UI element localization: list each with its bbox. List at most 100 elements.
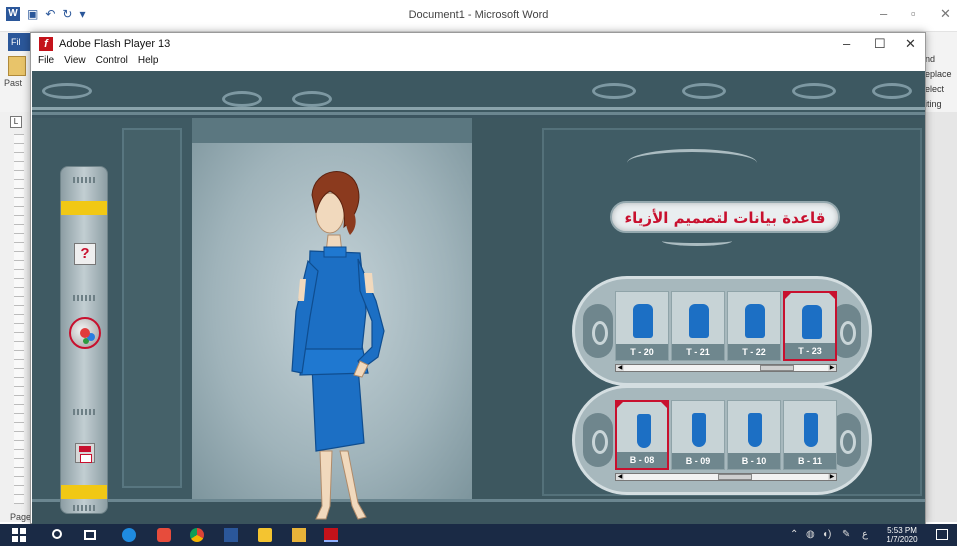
side-toolbar: ?: [60, 166, 108, 514]
help-button[interactable]: ?: [74, 243, 96, 265]
top-garment-icon: [745, 304, 765, 338]
banner-ornament-bottom: [662, 236, 732, 246]
paste-icon[interactable]: [8, 56, 26, 76]
pen-icon[interactable]: ✎: [842, 529, 850, 540]
banner-ornament-top: [627, 149, 757, 177]
chevron-up-icon[interactable]: ⌃: [790, 529, 798, 540]
word-minimize-icon[interactable]: –: [880, 6, 887, 21]
palette-icon[interactable]: [69, 317, 101, 349]
menu-control[interactable]: Control: [96, 55, 128, 71]
flash-menu-bar: File View Control Help: [31, 55, 925, 71]
scroll-right-icon[interactable]: ▶: [828, 474, 836, 480]
toolbar-divider: [73, 409, 95, 415]
top-item-t21[interactable]: T - 21: [671, 291, 725, 361]
clock-time: 5:53 PM: [887, 526, 917, 535]
select-label[interactable]: elect: [925, 82, 952, 97]
store-icon[interactable]: [258, 528, 272, 542]
top-item-t20[interactable]: T - 20: [615, 291, 669, 361]
word-restore-icon[interactable]: ▫: [911, 6, 916, 21]
clock-date: 1/7/2020: [886, 535, 918, 544]
network-icon[interactable]: ◍: [806, 529, 815, 540]
taskbar-clock[interactable]: 5:53 PM 1/7/2020: [872, 526, 932, 544]
bottom-item-b11[interactable]: B - 11: [783, 400, 837, 470]
flash-logo-icon: f: [39, 37, 53, 51]
tops-selector: T - 20 T - 21 T - 22 T - 23 ◀ ▶: [572, 276, 872, 386]
flash-window-title: Adobe Flash Player 13: [59, 38, 171, 50]
bottoms-selector: B - 08 B - 09 B - 10 B - 11 ◀ ▶: [572, 385, 872, 495]
flash-maximize-button[interactable]: ☐: [874, 36, 886, 52]
left-wall: [32, 118, 192, 499]
file-explorer-icon[interactable]: [292, 528, 306, 542]
toolbar-bottom-cap: [61, 485, 107, 499]
item-code: T - 23: [785, 343, 835, 359]
windows-start-icon[interactable]: [12, 528, 26, 542]
top-garment-icon: [633, 304, 653, 338]
bottom-item-b09[interactable]: B - 09: [671, 400, 725, 470]
app-title: قاعدة بيانات لتصميم الأزياء: [624, 209, 826, 227]
edge-icon[interactable]: [122, 528, 136, 542]
menu-help[interactable]: Help: [138, 55, 159, 71]
desktop: W ▣ ↶ ↻ ▾ Document1 - Microsoft Word – ▫…: [0, 0, 957, 546]
vertical-ruler: [14, 134, 24, 504]
scroll-left-icon[interactable]: ◀: [616, 474, 624, 480]
task-view-icon[interactable]: [84, 530, 96, 540]
paste-label: Past: [4, 78, 23, 88]
toolbar-divider: [73, 295, 95, 301]
word-right-margin: [925, 112, 957, 522]
bottoms-prev-button[interactable]: [583, 413, 613, 467]
bottom-garment-icon: [692, 413, 706, 447]
notification-icon[interactable]: [936, 529, 948, 540]
floor-ornament: [32, 499, 925, 524]
item-code: B - 10: [728, 453, 780, 469]
menu-view[interactable]: View: [64, 55, 86, 71]
fashion-model: [291, 171, 385, 520]
word-status-page: Page: [10, 512, 32, 522]
search-icon[interactable]: [52, 529, 62, 539]
volume-icon[interactable]: ◖): [822, 529, 831, 540]
tops-scrollbar[interactable]: ◀ ▶: [615, 364, 837, 372]
flash-close-button[interactable]: ✕: [905, 36, 916, 52]
toolbar-grip: [73, 177, 95, 183]
room-ceiling: [192, 118, 472, 143]
taskbar: ⌃ ◍ ◖) ✎ ع 5:53 PM 1/7/2020: [0, 524, 957, 546]
top-item-t22[interactable]: T - 22: [727, 291, 781, 361]
find-label[interactable]: nd: [925, 52, 952, 67]
flash-minimize-button[interactable]: –: [843, 36, 850, 51]
word-ribbon-editing-group: nd eplace elect iting: [925, 52, 952, 112]
scroll-left-icon[interactable]: ◀: [616, 365, 624, 371]
scroll-right-icon[interactable]: ▶: [828, 365, 836, 371]
save-icon[interactable]: [75, 443, 95, 463]
tab-selector[interactable]: L: [10, 116, 22, 128]
bottom-garment-icon: [804, 413, 818, 447]
toolbar-top-cap: [61, 201, 107, 215]
top-garment-icon: [689, 304, 709, 338]
item-code: T - 21: [672, 344, 724, 360]
input-language[interactable]: ع: [862, 529, 868, 540]
bottoms-scrollbar[interactable]: ◀ ▶: [615, 473, 837, 481]
bottom-garment-icon: [748, 413, 762, 447]
item-code: B - 09: [672, 453, 724, 469]
bottoms-scroll-thumb[interactable]: [717, 474, 752, 480]
tops-scroll-thumb[interactable]: [760, 365, 794, 371]
word-taskbar-icon[interactable]: [224, 528, 238, 542]
item-code: T - 20: [616, 344, 668, 360]
flash-taskbar-icon[interactable]: [324, 528, 338, 542]
bottoms-list: B - 08 B - 09 B - 10 B - 11: [615, 400, 837, 470]
flash-player-window: f Adobe Flash Player 13 – ☐ ✕ File View …: [30, 32, 926, 524]
top-item-t23[interactable]: T - 23: [783, 291, 837, 361]
app-title-banner: قاعدة بيانات لتصميم الأزياء: [610, 201, 840, 233]
word-title-bar: W ▣ ↶ ↻ ▾ Document1 - Microsoft Word – ▫…: [0, 0, 957, 32]
tops-prev-button[interactable]: [583, 304, 613, 358]
word-close-icon[interactable]: ✕: [940, 6, 951, 22]
bottom-item-b08[interactable]: B - 08: [615, 400, 669, 470]
ornamental-frieze: [32, 71, 925, 115]
bottom-item-b10[interactable]: B - 10: [727, 400, 781, 470]
top-garment-icon: [802, 305, 822, 339]
item-code: T - 22: [728, 344, 780, 360]
chrome-icon[interactable]: [190, 528, 204, 542]
app-icon-red[interactable]: [157, 528, 171, 542]
bottom-garment-icon: [637, 414, 651, 448]
replace-label[interactable]: eplace: [925, 67, 952, 82]
flash-stage: ? قاعدة بيانات لتصميم الأزياء T - 20 T -…: [32, 71, 925, 524]
menu-file[interactable]: File: [38, 55, 54, 71]
